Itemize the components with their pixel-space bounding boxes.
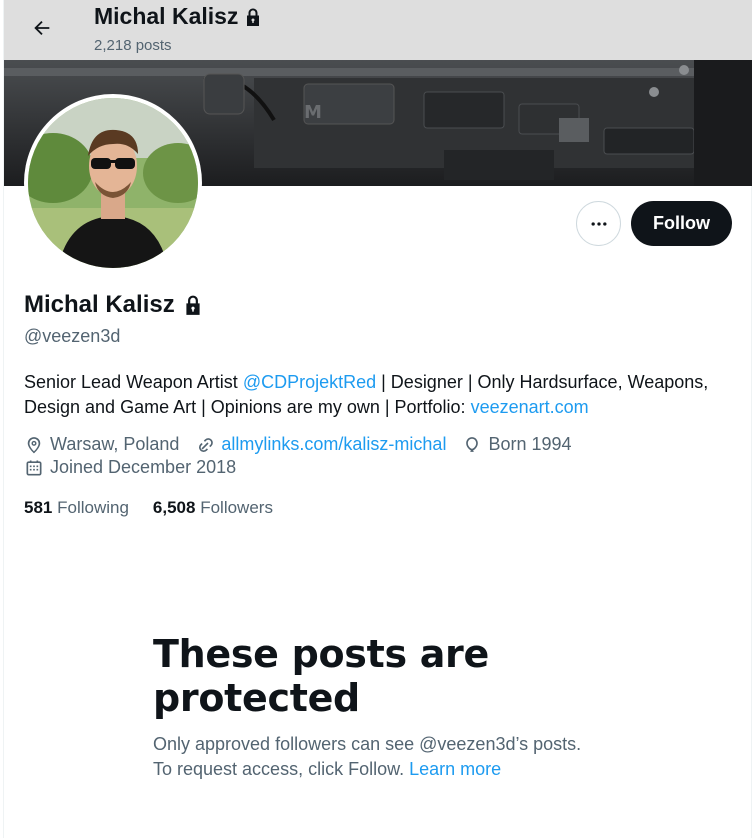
- birth-text: Born 1994: [488, 434, 572, 454]
- ellipsis-icon: [591, 221, 606, 226]
- followers-link[interactable]: 6,508 Followers: [153, 498, 273, 518]
- back-button[interactable]: [24, 10, 60, 46]
- protected-message: Only approved followers can see @veezen3…: [153, 732, 593, 782]
- profile-name: Michal Kalisz: [24, 291, 175, 318]
- follow-stats: 581 Following 6,508 Followers: [24, 498, 273, 518]
- header-name: Michal Kalisz: [94, 3, 239, 29]
- website-item: allmylinks.com/kalisz-michal: [195, 434, 446, 455]
- svg-text:M: M: [304, 102, 322, 123]
- following-label: Following: [57, 498, 129, 517]
- location-pin-icon: [27, 436, 41, 453]
- location-item: Warsaw, Poland: [24, 434, 179, 455]
- bio-text: Senior Lead Weapon Artist: [24, 372, 243, 392]
- profile-meta-row: Joined December 2018: [24, 457, 252, 478]
- protected-text: Only approved followers can see @veezen3…: [153, 734, 582, 779]
- calendar-icon: [26, 460, 42, 475]
- following-link[interactable]: 581 Following: [24, 498, 129, 518]
- link-icon: [199, 437, 214, 452]
- follow-button[interactable]: Follow: [631, 201, 732, 246]
- followers-count: 6,508: [152, 498, 196, 517]
- profile-meta-row: Warsaw, Poland allmylinks.com/kalisz-mic…: [24, 434, 588, 455]
- top-navigation-bar: Michal Kalisz 2,218 posts: [4, 0, 752, 60]
- birth-item: Born 1994: [462, 434, 572, 455]
- profile-name-row: Michal Kalisz: [24, 291, 203, 319]
- avatar-photo: [28, 98, 198, 268]
- profile-handle: @veezen3d: [24, 326, 121, 346]
- joined-text: Joined December 2018: [50, 457, 237, 477]
- header-posts-count: 2,218 posts: [94, 37, 172, 54]
- website-link[interactable]: allmylinks.com/kalisz-michal: [221, 434, 446, 455]
- portfolio-link[interactable]: veezenart.com: [471, 397, 589, 417]
- header-title: Michal Kalisz: [94, 3, 262, 30]
- more-options-button[interactable]: [576, 201, 621, 246]
- following-count: 581: [24, 498, 53, 517]
- balloon-icon: [466, 436, 479, 452]
- location-text: Warsaw, Poland: [50, 434, 180, 454]
- lock-icon: [247, 8, 260, 26]
- followers-label: Followers: [200, 498, 273, 517]
- profile-bio: Senior Lead Weapon Artist @CDProjektRed …: [24, 370, 734, 420]
- joined-item: Joined December 2018: [24, 457, 236, 478]
- mention-link[interactable]: @CDProjektRed: [243, 372, 376, 392]
- lock-icon: [186, 295, 200, 315]
- arrow-left-icon: [34, 20, 50, 36]
- learn-more-link[interactable]: Learn more: [409, 759, 501, 779]
- protected-title: These posts are protected: [153, 632, 489, 720]
- profile-avatar[interactable]: [24, 94, 202, 272]
